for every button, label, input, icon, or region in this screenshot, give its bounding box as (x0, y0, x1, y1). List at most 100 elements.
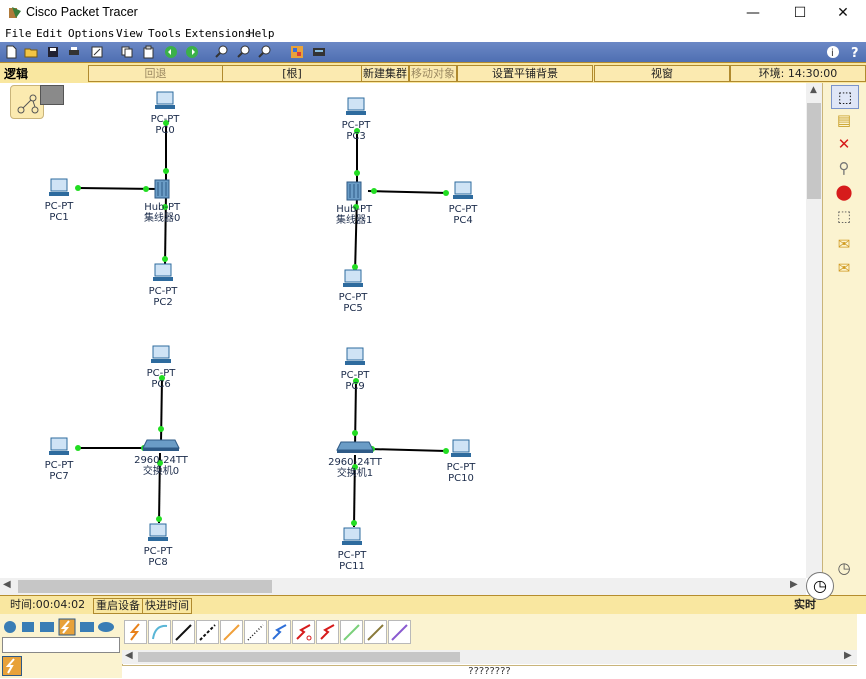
coaxial-cable-icon[interactable] (268, 620, 291, 644)
menu-bar: File Edit Options View Tools Extensions … (0, 26, 866, 42)
menu-extensions[interactable]: Extensions (185, 27, 251, 40)
pc-icon (451, 439, 471, 457)
set-tiled-background-button[interactable]: 设置平铺背景 (457, 65, 593, 82)
scroll-up-arrow-icon[interactable]: ▲ (810, 85, 817, 95)
pc0-device[interactable]: PC-PT PC0 (150, 91, 180, 136)
phone-cable-icon[interactable] (244, 620, 267, 644)
switch1-device[interactable]: 2960-24TT 交换机1 (327, 440, 383, 479)
back-button[interactable]: 回退 (88, 65, 223, 82)
hub1-device[interactable]: Hub-PT 集线器1 (336, 181, 372, 226)
pc9-device[interactable]: PC-PT PC9 (340, 347, 370, 392)
maximize-button[interactable]: ☐ (777, 0, 823, 26)
zoom-out-icon[interactable] (258, 45, 272, 59)
pc6-device[interactable]: PC-PT PC6 (146, 345, 176, 390)
add-simple-pdu-icon[interactable]: ✉ (831, 233, 857, 255)
draw-shape-tool-icon[interactable]: ⬤ (831, 181, 857, 203)
switch0-device[interactable]: 2960-24TT 交换机0 (133, 438, 189, 477)
root-button[interactable]: [根] (222, 65, 362, 82)
custom-device-icon[interactable] (312, 45, 326, 59)
close-button[interactable]: ✕ (820, 0, 866, 26)
delete-tool-icon[interactable]: ✕ (831, 133, 857, 155)
console-cable-icon[interactable] (148, 620, 171, 644)
serial-dte-icon[interactable] (316, 620, 339, 644)
pc11-device[interactable]: PC-PT PC11 (337, 527, 367, 572)
move-object-button[interactable]: 移动对象 (409, 65, 457, 82)
pc8-device[interactable]: PC-PT PC8 (143, 523, 173, 568)
realtime-mode-label[interactable]: 实时 (792, 598, 818, 612)
zoom-reset-icon[interactable] (237, 45, 251, 59)
menu-options[interactable]: Options (68, 27, 114, 40)
activity-wizard-icon[interactable] (90, 45, 104, 59)
octal-cable-icon[interactable] (340, 620, 363, 644)
pc10-device[interactable]: PC-PT PC10 (446, 439, 476, 484)
hub0-device[interactable]: Hub-PT 集线器0 (144, 179, 180, 224)
device-type: PC-PT (146, 368, 176, 379)
horizontal-scrollbar[interactable]: ◀ ▶ (0, 578, 806, 595)
inspect-tool-icon[interactable]: ⚲ (831, 157, 857, 179)
fiber-cable-icon[interactable] (220, 620, 243, 644)
help-icon[interactable]: ? (848, 45, 862, 59)
pc7-device[interactable]: PC-PT PC7 (44, 437, 74, 482)
resize-shape-tool-icon[interactable]: ⬚ (831, 205, 857, 227)
realtime-clock-icon[interactable]: ◷ (806, 572, 834, 600)
new-file-icon[interactable] (4, 45, 18, 59)
add-complex-pdu-icon[interactable]: ✉ (831, 257, 857, 279)
device-name: PC11 (339, 561, 365, 572)
serial-dce-icon[interactable] (292, 620, 315, 644)
cable-panel-scroll-thumb[interactable] (138, 652, 460, 662)
palette-icon[interactable] (290, 45, 304, 59)
zoom-in-icon[interactable] (215, 45, 229, 59)
menu-file[interactable]: File (5, 27, 32, 40)
paste-icon[interactable] (142, 45, 156, 59)
note-tool-icon[interactable]: ▤ (831, 109, 857, 131)
simulation-mode-icon[interactable]: ◷ (831, 557, 857, 579)
vertical-scrollbar[interactable]: ▲ (806, 83, 822, 578)
print-icon[interactable] (67, 45, 81, 59)
scroll-right-arrow-icon[interactable]: ▶ (844, 650, 852, 661)
info-icon[interactable]: i (826, 45, 840, 59)
redo-icon[interactable] (185, 45, 199, 59)
pc2-device[interactable]: PC-PT PC2 (148, 263, 178, 308)
pc3-device[interactable]: PC-PT PC3 (341, 97, 371, 142)
pc5-device[interactable]: PC-PT PC5 (338, 269, 368, 314)
copper-straight-through-icon[interactable] (172, 620, 195, 644)
open-folder-icon[interactable] (24, 45, 38, 59)
device-name: 交换机0 (142, 466, 180, 477)
device-category-icons (4, 618, 114, 636)
logical-workspace-label[interactable]: 逻辑 (4, 65, 28, 82)
cable-panel-scrollbar[interactable]: ◀ ▶ (122, 650, 857, 664)
copper-cross-over-icon[interactable] (196, 620, 219, 644)
device-name: PC0 (155, 125, 175, 136)
undo-icon[interactable] (164, 45, 178, 59)
menu-view[interactable]: View (116, 27, 143, 40)
auto-connection-icon[interactable] (124, 620, 147, 644)
environment-time[interactable]: 环境: 14:30:00 (730, 65, 866, 82)
scroll-right-arrow-icon[interactable]: ▶ (790, 579, 798, 590)
pc4-device[interactable]: PC-PT PC4 (448, 181, 478, 226)
pc1-device[interactable]: PC-PT PC1 (44, 178, 74, 223)
menu-help[interactable]: Help (248, 27, 275, 40)
scroll-left-arrow-icon[interactable]: ◀ (3, 579, 11, 590)
usb-cable-icon[interactable] (388, 620, 411, 644)
minimize-button[interactable]: — (730, 0, 776, 26)
copy-icon[interactable] (120, 45, 134, 59)
scroll-left-arrow-icon[interactable]: ◀ (125, 650, 133, 661)
fast-forward-button[interactable]: 快进时间 (142, 598, 192, 614)
device-name: PC2 (153, 297, 173, 308)
connection-types-panel (122, 614, 857, 650)
iot-custom-cable-icon[interactable] (364, 620, 387, 644)
menu-edit[interactable]: Edit (36, 27, 63, 40)
select-tool-icon[interactable]: ⬚ (831, 85, 859, 109)
device-type: PC-PT (44, 460, 74, 471)
menu-tools[interactable]: Tools (148, 27, 181, 40)
vertical-scroll-thumb[interactable] (807, 103, 821, 199)
power-cycle-button[interactable]: 重启设备 (93, 598, 143, 614)
save-icon[interactable] (46, 45, 60, 59)
viewport-button[interactable]: 视窗 (594, 65, 730, 82)
misc-category-icon (80, 622, 94, 632)
logical-canvas[interactable]: PC-PT PC0 PC-PT PC1 PC-PT PC2 Hub-PT 集线器… (0, 83, 806, 578)
horizontal-scroll-thumb[interactable] (18, 580, 272, 593)
new-cluster-button[interactable]: 新建集群 (361, 65, 409, 82)
device-search-field[interactable] (2, 637, 120, 653)
connections-selected-icon[interactable] (2, 656, 22, 676)
